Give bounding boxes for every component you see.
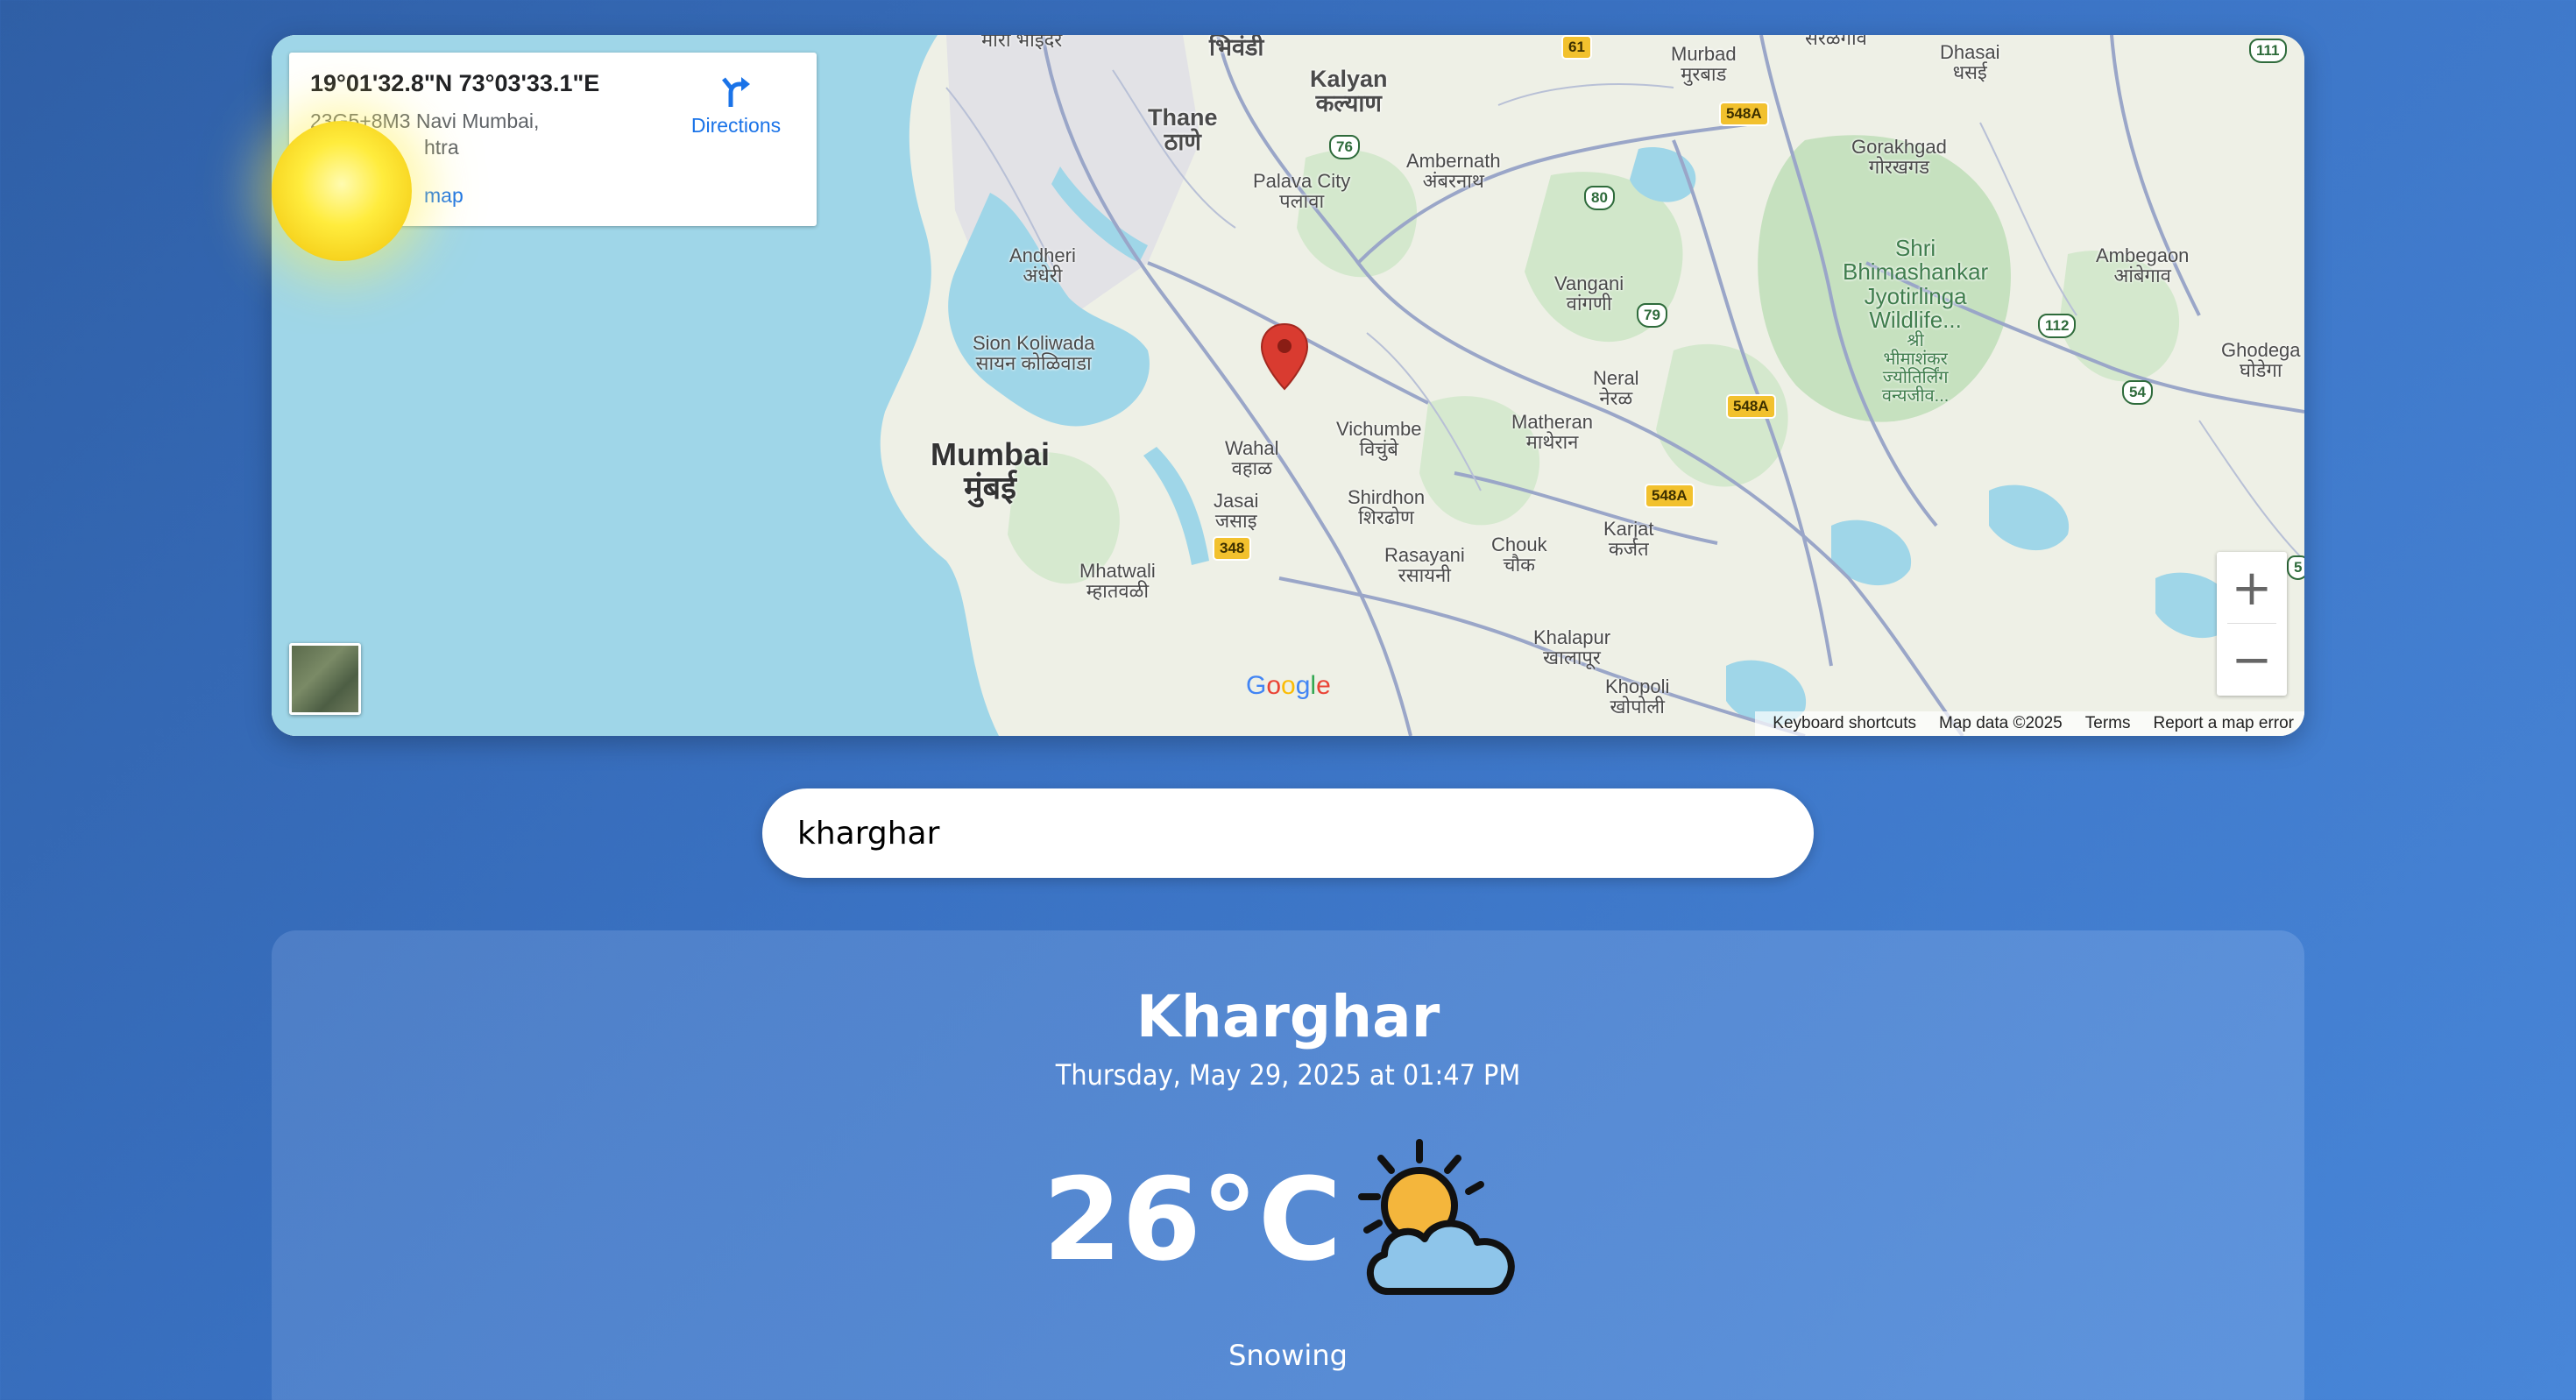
directions-button[interactable]: Directions <box>683 74 789 138</box>
road-shield: 348 <box>1213 536 1252 561</box>
directions-icon <box>722 77 750 107</box>
map-label: Jasai जसाइ <box>1214 490 1259 533</box>
location-marker-icon[interactable] <box>1260 322 1309 392</box>
temperature-row: 26°C <box>272 1132 2304 1307</box>
sun-behind-cloud-icon <box>1358 1139 1515 1295</box>
directions-label: Directions <box>690 114 782 137</box>
weather-card: Kharghar Thursday, May 29, 2025 at 01:47… <box>272 930 2304 1400</box>
map-label: Ghodega घोडेगा <box>2221 339 2301 382</box>
search-bar <box>762 788 1814 878</box>
map-label: Khalapur खालापूर <box>1533 626 1611 669</box>
date-time: Thursday, May 29, 2025 at 01:47 PM <box>1055 1058 1521 1092</box>
map-label: Chouk चौक <box>1491 534 1547 576</box>
road-shield: 548A <box>1726 394 1776 419</box>
road-shield: 111 <box>2249 39 2287 63</box>
sun-decoration-icon <box>272 121 412 261</box>
map-label: Shirdhon शिरढोण <box>1348 486 1426 529</box>
city-name: Kharghar <box>1136 983 1440 1050</box>
map-label: Murbad मुरबाड <box>1671 43 1737 86</box>
satellite-toggle-button[interactable] <box>289 643 361 715</box>
terms-link[interactable]: Terms <box>2085 714 2131 733</box>
map-label: Wahal वहाळ <box>1225 437 1279 480</box>
map-label: Gorakhgad गोरखगड <box>1851 136 1947 179</box>
map-embed[interactable]: मीरा भाईंदर भिवंडी Kalyan कल्याण Thane ठाण… <box>272 35 2304 736</box>
road-shield: 548A <box>1719 102 1769 126</box>
map-label: Mhatwali म्हातवळी <box>1079 560 1156 603</box>
map-label-park: Shri Bhimashankar Jyotirlinga Wildlife..… <box>1843 235 1989 407</box>
map-label: Ambegaon आंबेगाव <box>2096 244 2190 287</box>
road-shield: 80 <box>1584 186 1615 210</box>
map-label: Andheri अंधेरी <box>1009 244 1076 287</box>
map-label: Palava City पलावा <box>1253 170 1351 213</box>
road-shield: 61 <box>1561 35 1592 60</box>
map-label: Karjat कर्जत <box>1603 518 1654 561</box>
map-label: भिवंडी <box>1209 35 1264 60</box>
map-label: Neral नेरळ <box>1593 367 1639 410</box>
coordinates-text: 19°01'32.8"N 73°03'33.1"E <box>310 70 600 96</box>
map-label: सरळगांव <box>1805 35 1867 49</box>
map-label: Vangani वांगणी <box>1554 272 1624 315</box>
map-label: Rasayani रसायनी <box>1384 544 1465 587</box>
road-shield: 54 <box>2122 380 2153 405</box>
city-search-input[interactable] <box>797 788 1779 878</box>
report-map-error-link[interactable]: Report a map error <box>2153 714 2294 733</box>
map-label-mumbai: Mumbai मुंबई <box>931 436 1051 506</box>
weather-condition: Snowing <box>1228 1339 1348 1372</box>
map-label: Thane ठाणे <box>1148 104 1218 156</box>
map-label: मीरा भाईंदर <box>981 35 1063 51</box>
map-label: Vichumbe विचुंबे <box>1336 418 1422 461</box>
zoom-out-button[interactable]: − <box>2217 624 2287 696</box>
road-shield: 5 <box>2287 555 2304 580</box>
map-attribution-bar: Keyboard shortcuts Map data ©2025 Terms … <box>1755 711 2304 736</box>
google-logo: Google <box>1246 671 1331 700</box>
road-shield: 548A <box>1645 484 1695 508</box>
road-shield: 112 <box>2038 314 2077 338</box>
map-data-text: Map data ©2025 <box>1938 714 2063 732</box>
map-label: Dhasai धसई <box>1940 41 2000 84</box>
map-label: Sion Koliwada सायन कोळिवाडा <box>973 332 1095 375</box>
zoom-controls: + − <box>2217 552 2287 696</box>
temperature: 26°C <box>1043 1153 1342 1286</box>
zoom-in-button[interactable]: + <box>2217 552 2287 624</box>
map-label: Ambernath अंबरनाथ <box>1406 150 1501 193</box>
road-shield: 79 <box>1637 303 1667 328</box>
road-shield: 76 <box>1329 135 1360 159</box>
map-label: Khopoli खोपोली <box>1605 675 1670 718</box>
keyboard-shortcuts-link[interactable]: Keyboard shortcuts <box>1773 714 1916 733</box>
map-label: Matheran माथेरान <box>1511 411 1593 454</box>
map-label: Kalyan कल्याण <box>1310 66 1388 117</box>
